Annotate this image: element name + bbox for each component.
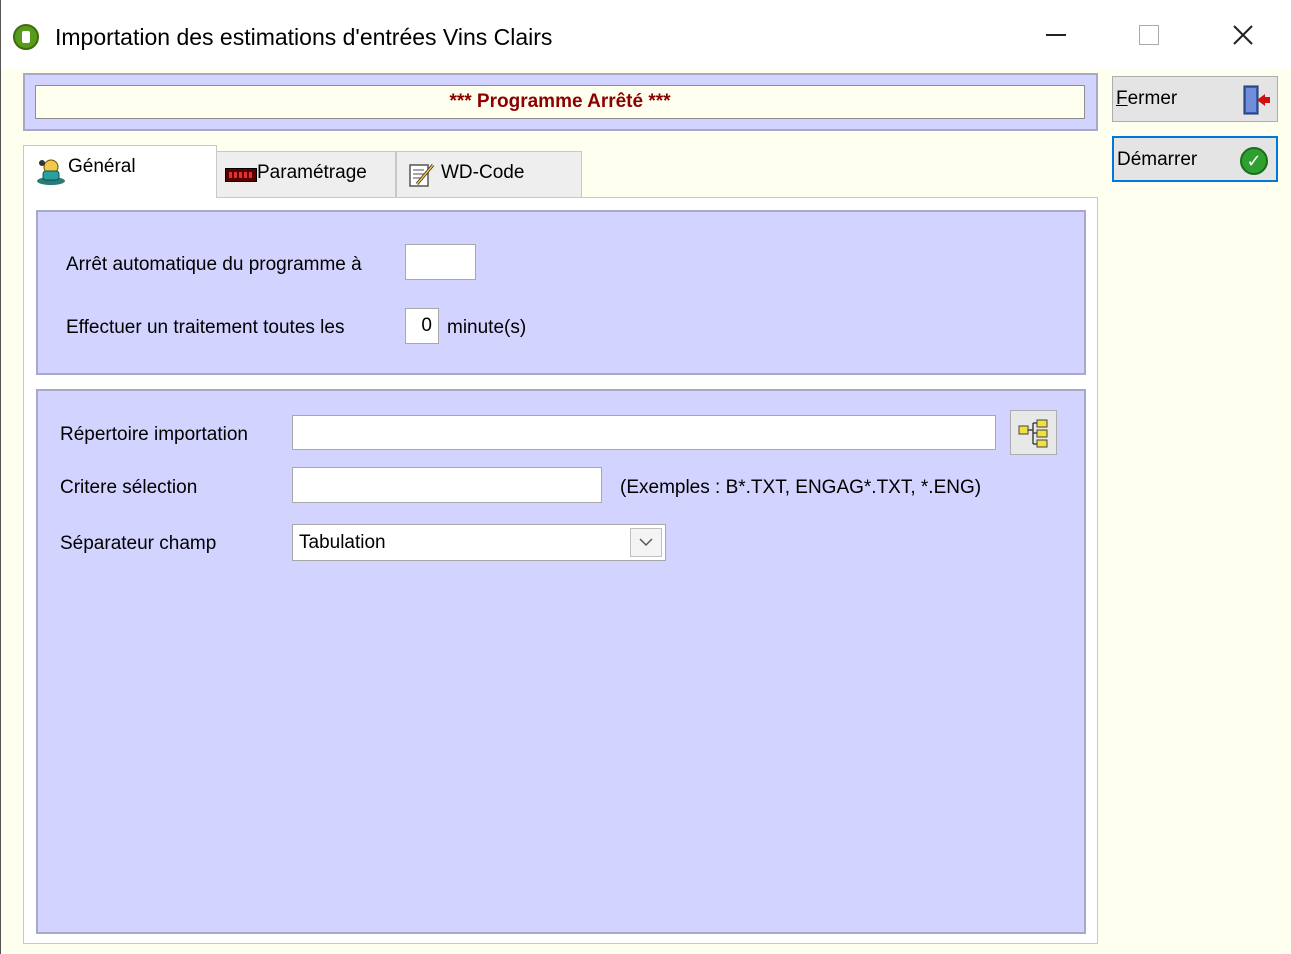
demarrer-button[interactable]: Démarrer ✓: [1112, 136, 1278, 182]
tab-wd-code[interactable]: WD-Code: [396, 151, 582, 197]
tab-parametrage-label: Paramétrage: [257, 162, 367, 183]
traitement-interval-input[interactable]: 0: [405, 308, 439, 344]
fermer-button[interactable]: Fermer: [1112, 76, 1278, 122]
app-icon: [13, 24, 39, 50]
traitement-label: Effectuer un traitement toutes les: [66, 317, 345, 338]
critere-hint: (Exemples : B*.TXT, ENGAG*.TXT, *.ENG): [620, 477, 982, 498]
separateur-value: Tabulation: [299, 532, 386, 553]
maximize-button[interactable]: [1119, 10, 1179, 60]
minimize-icon: [1046, 34, 1066, 36]
separateur-select[interactable]: Tabulation: [292, 524, 666, 561]
critere-label: Critere sélection: [60, 477, 198, 498]
repertoire-input[interactable]: [292, 415, 996, 450]
repertoire-label: Répertoire importation: [60, 424, 248, 445]
exit-door-icon: [1243, 85, 1270, 115]
code-edit-icon: [409, 164, 435, 187]
tab-general-label: Général: [68, 156, 136, 177]
chevron-down-icon[interactable]: [630, 528, 662, 557]
tab-general[interactable]: Général: [23, 145, 217, 198]
user-gear-icon: [37, 159, 65, 185]
arret-label: Arrêt automatique du programme à: [66, 254, 362, 275]
parameters-icon: [225, 168, 257, 182]
browse-folder-button[interactable]: [1010, 410, 1057, 455]
tab-wd-code-label: WD-Code: [441, 162, 525, 183]
critere-input[interactable]: [292, 467, 602, 503]
fermer-label: Fermer: [1116, 88, 1178, 109]
minimize-button[interactable]: [1026, 10, 1086, 60]
window-title: Importation des estimations d'entrées Vi…: [55, 24, 553, 50]
separateur-label: Séparateur champ: [60, 533, 217, 554]
close-icon: [1233, 25, 1253, 45]
title-bar: Importation des estimations d'entrées Vi…: [1, 0, 1291, 70]
traitement-unit-label: minute(s): [447, 317, 527, 338]
tab-parametrage[interactable]: Paramétrage: [216, 151, 396, 197]
arret-time-input[interactable]: [405, 244, 476, 280]
demarrer-label: Démarrer: [1117, 149, 1198, 170]
check-icon: ✓: [1240, 147, 1268, 175]
close-button[interactable]: [1213, 10, 1273, 60]
scheduling-group: [36, 210, 1086, 375]
application-window: Importation des estimations d'entrées Vi…: [0, 0, 1291, 954]
folder-tree-icon: [1018, 419, 1048, 448]
maximize-icon: [1139, 25, 1159, 45]
status-text: *** Programme Arrêté ***: [35, 85, 1085, 119]
status-panel: *** Programme Arrêté ***: [23, 73, 1098, 131]
